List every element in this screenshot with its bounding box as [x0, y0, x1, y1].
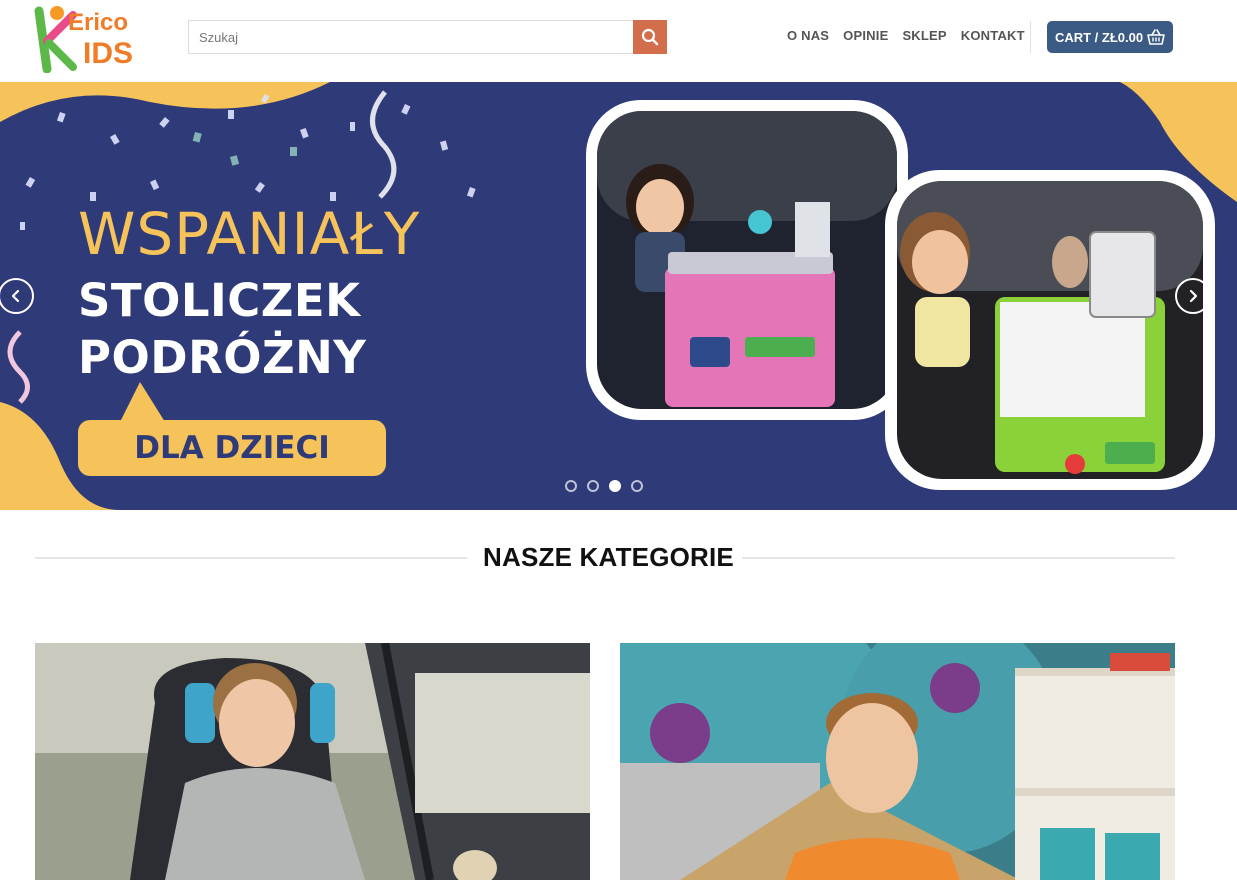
hero-line-2: STOLICZEK	[78, 274, 361, 327]
main-nav: O NAS OPINIE SKLEP KONTAKT	[787, 28, 1039, 43]
nav-item-opinie[interactable]: OPINIE	[843, 28, 888, 43]
logo[interactable]: Erico IDS	[33, 3, 163, 74]
slider-dot-3[interactable]	[609, 480, 621, 492]
nav-item-o-nas[interactable]: O NAS	[787, 28, 829, 43]
search-icon	[641, 28, 659, 46]
slider-next-button[interactable]	[1175, 278, 1211, 314]
logo-text-bottom: IDS	[83, 37, 133, 70]
category-image-car-seat	[35, 643, 590, 880]
section-divider-right	[742, 557, 1175, 559]
slider-dot-4[interactable]	[631, 480, 643, 492]
search-form	[188, 20, 667, 54]
search-input[interactable]	[189, 21, 633, 53]
cart-label: CART / ZŁ0.00	[1054, 29, 1144, 45]
nav-item-sklep[interactable]: SKLEP	[902, 28, 946, 43]
slider-dot-1[interactable]	[565, 480, 577, 492]
slider-dot-2[interactable]	[587, 480, 599, 492]
hero-slider: WSPANIAŁY STOLICZEK PODRÓŻNY DLA DZIECI	[0, 82, 1237, 510]
cart-button[interactable]: CART / ZŁ0.00	[1047, 21, 1173, 53]
category-card[interactable]	[620, 643, 1175, 880]
hero-title: WSPANIAŁY	[78, 200, 421, 268]
site-header: Erico IDS O NAS OPINIE SKLEP KONTAKT CAR…	[0, 0, 1237, 82]
basket-icon	[1147, 29, 1165, 45]
search-button[interactable]	[633, 20, 667, 54]
logo-text-top: Erico	[68, 9, 128, 36]
category-card[interactable]	[35, 643, 590, 880]
section-divider-left	[35, 557, 467, 559]
slider-dots	[565, 480, 643, 492]
section-heading: NASZE KATEGORIE	[35, 540, 1175, 576]
hero-line-3: PODRÓŻNY	[78, 331, 367, 384]
hero-badge: DLA DZIECI	[78, 420, 386, 476]
nav-item-kontakt[interactable]: KONTAKT	[961, 28, 1025, 43]
chevron-right-icon	[1189, 289, 1198, 303]
category-image-playroom	[620, 643, 1175, 880]
nav-divider	[1030, 21, 1031, 53]
section-title: NASZE KATEGORIE	[483, 542, 734, 572]
chevron-left-icon	[11, 289, 20, 303]
